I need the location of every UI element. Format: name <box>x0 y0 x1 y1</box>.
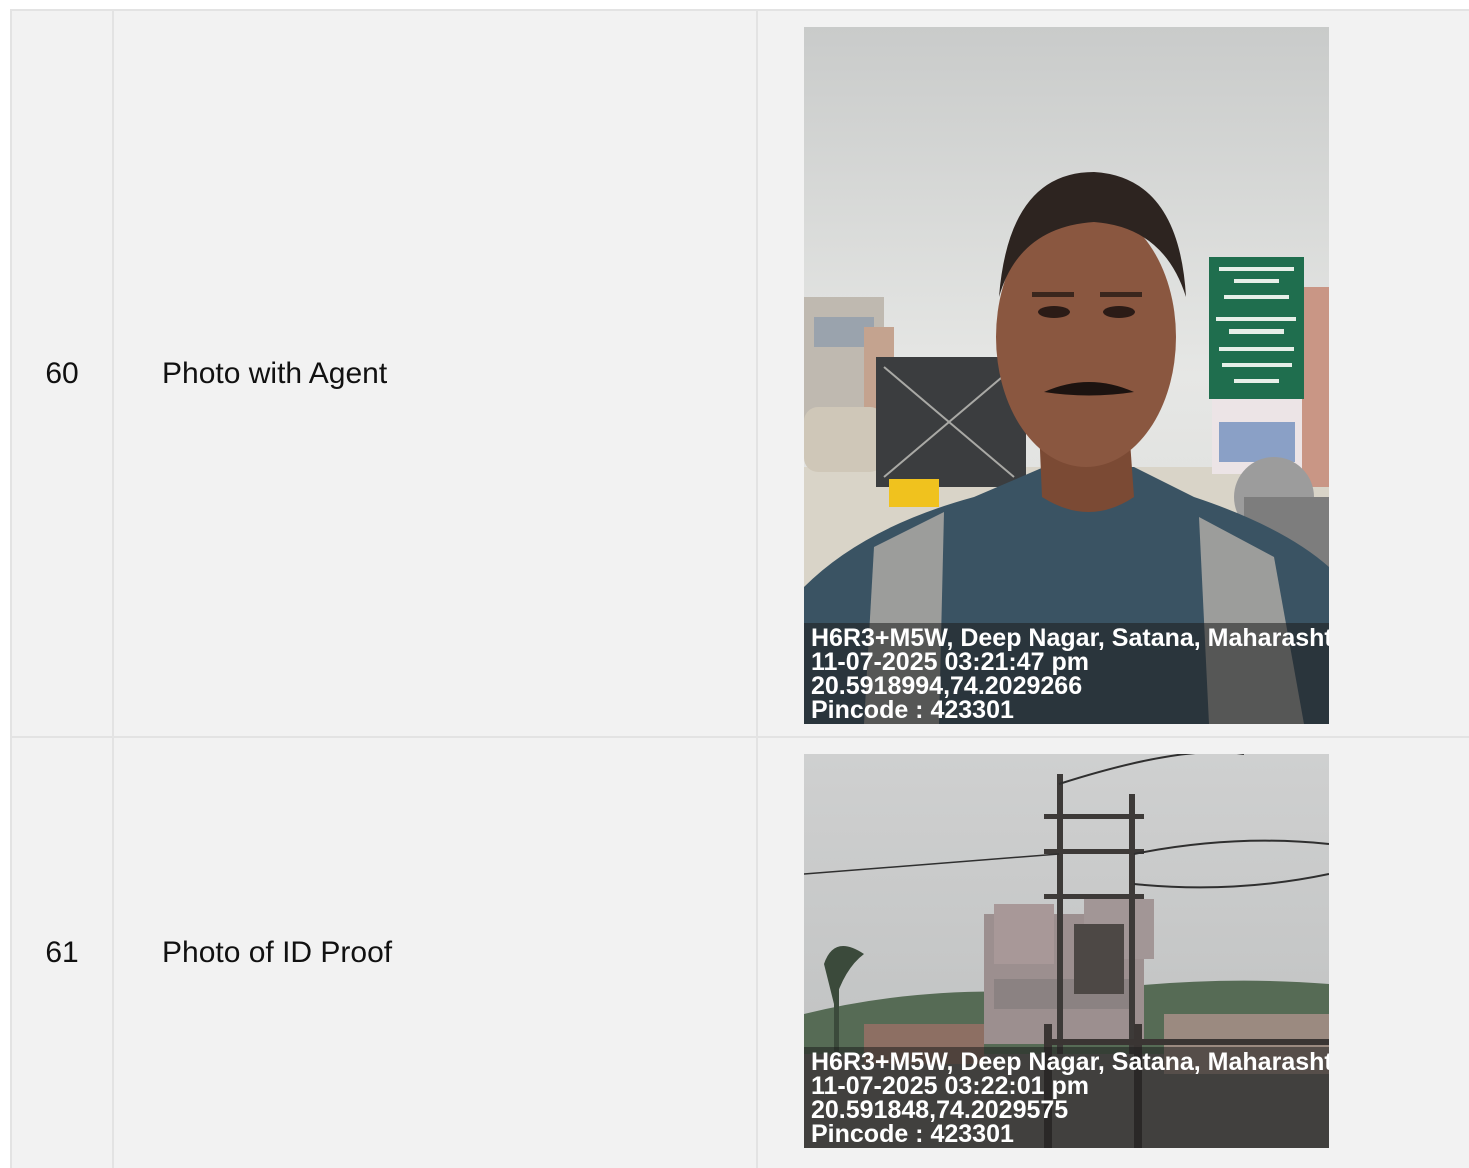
photo-cell: H6R3+M5W, Deep Nagar, Satana, Maharasht … <box>758 738 1469 1168</box>
photo-cell: H6R3+M5W, Deep Nagar, Satana, Maharasht … <box>758 11 1469 736</box>
selfie-photo-image <box>804 27 1329 724</box>
row-label: Photo with Agent <box>114 11 758 736</box>
stamp-pincode: Pincode : 423301 <box>811 696 1014 724</box>
photo-stamp: H6R3+M5W, Deep Nagar, Satana, Maharasht … <box>804 623 1329 724</box>
stamp-coords: 20.5918994,74.2029266 <box>811 672 1083 700</box>
stamp-pincode: Pincode : 423301 <box>811 1120 1014 1148</box>
street-photo[interactable]: H6R3+M5W, Deep Nagar, Satana, Maharasht … <box>804 754 1329 1148</box>
row-number: 60 <box>12 11 114 736</box>
row-label: Photo of ID Proof <box>114 738 758 1168</box>
stamp-address: H6R3+M5W, Deep Nagar, Satana, Maharasht <box>811 624 1329 652</box>
photo-table: 60 Photo with Agent H6R3+M5W, Deep Nagar… <box>10 9 1469 1168</box>
table-row: 60 Photo with Agent H6R3+M5W, Deep Nagar… <box>12 11 1469 738</box>
stamp-coords: 20.591848,74.2029575 <box>811 1096 1069 1124</box>
stamp-datetime: 11-07-2025 03:21:47 pm <box>811 648 1089 676</box>
stamp-datetime: 11-07-2025 03:22:01 pm <box>811 1072 1089 1100</box>
table-row: 61 Photo of ID Proof H6R3+M5W, Deep Naga… <box>12 738 1469 1168</box>
row-number: 61 <box>12 738 114 1168</box>
photo-stamp: H6R3+M5W, Deep Nagar, Satana, Maharasht … <box>804 1047 1329 1148</box>
selfie-photo[interactable]: H6R3+M5W, Deep Nagar, Satana, Maharasht … <box>804 27 1329 724</box>
stamp-address: H6R3+M5W, Deep Nagar, Satana, Maharasht <box>811 1048 1329 1076</box>
